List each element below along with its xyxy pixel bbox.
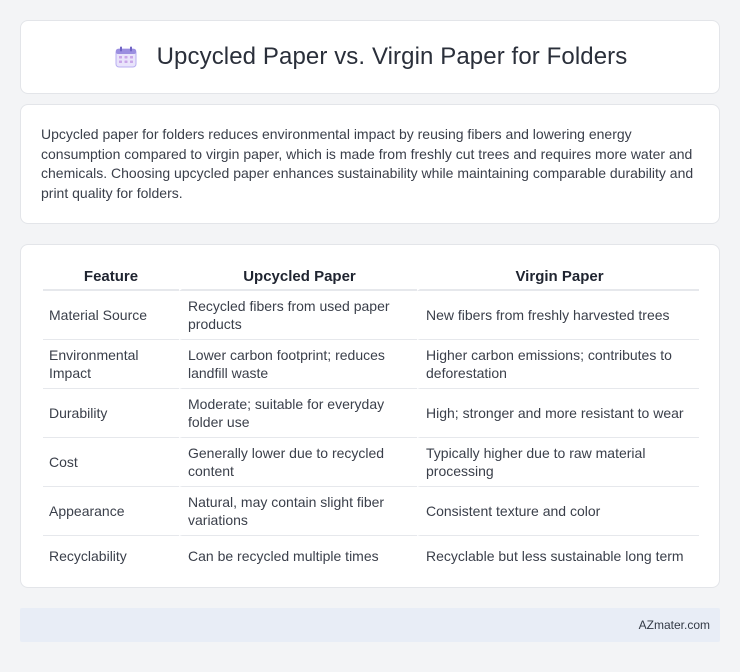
table-row: Durability Moderate; suitable for everyd… <box>43 389 699 438</box>
virgin-cell: Typically higher due to raw material pro… <box>417 438 699 487</box>
calendar-icon <box>113 44 139 70</box>
feature-cell: Environmental Impact <box>43 340 179 389</box>
title-card: Upcycled Paper vs. Virgin Paper for Fold… <box>20 20 720 94</box>
feature-cell: Cost <box>43 438 179 487</box>
comparison-table: Feature Upcycled Paper Virgin Paper Mate… <box>43 265 699 576</box>
upcycled-cell: Natural, may contain slight fiber variat… <box>179 487 417 536</box>
footer-bar: AZmater.com <box>20 608 720 642</box>
comparison-table-card: Feature Upcycled Paper Virgin Paper Mate… <box>20 244 720 588</box>
table-header-row: Feature Upcycled Paper Virgin Paper <box>43 265 699 291</box>
virgin-cell: New fibers from freshly harvested trees <box>417 291 699 340</box>
virgin-cell: Higher carbon emissions; contributes to … <box>417 340 699 389</box>
feature-cell: Durability <box>43 389 179 438</box>
column-header-virgin: Virgin Paper <box>417 265 699 291</box>
feature-cell: Recyclability <box>49 548 127 564</box>
upcycled-cell: Recycled fibers from used paper products <box>179 291 417 340</box>
upcycled-cell: Can be recycled multiple times <box>179 536 417 576</box>
table-row: Environmental Impact Lower carbon footpr… <box>43 340 699 389</box>
virgin-cell: High; stronger and more resistant to wea… <box>417 389 699 438</box>
table-row: Recyclability Can be recycled multiple t… <box>43 536 699 576</box>
column-header-upcycled: Upcycled Paper <box>179 265 417 291</box>
table-row: Appearance Natural, may contain slight f… <box>43 487 699 536</box>
intro-card: Upcycled paper for folders reduces envir… <box>20 104 720 224</box>
upcycled-cell: Moderate; suitable for everyday folder u… <box>179 389 417 438</box>
page-title: Upcycled Paper vs. Virgin Paper for Fold… <box>156 43 628 70</box>
upcycled-cell: Generally lower due to recycled content <box>179 438 417 487</box>
virgin-cell: Recyclable but less sustainable long ter… <box>417 536 699 576</box>
feature-cell: Appearance <box>43 487 179 536</box>
virgin-cell: Consistent texture and color <box>417 487 699 536</box>
column-header-feature: Feature <box>43 265 179 291</box>
upcycled-cell: Lower carbon footprint; reduces landfill… <box>179 340 417 389</box>
intro-text: Upcycled paper for folders reduces envir… <box>41 126 694 201</box>
footer-site-label: AZmater.com <box>638 618 710 632</box>
table-row: Material Source Recycled fibers from use… <box>43 291 699 340</box>
title-wrap: Upcycled Paper vs. Virgin Paper for Fold… <box>113 43 628 71</box>
table-row: Cost Generally lower due to recycled con… <box>43 438 699 487</box>
feature-cell: Material Source <box>43 291 179 340</box>
